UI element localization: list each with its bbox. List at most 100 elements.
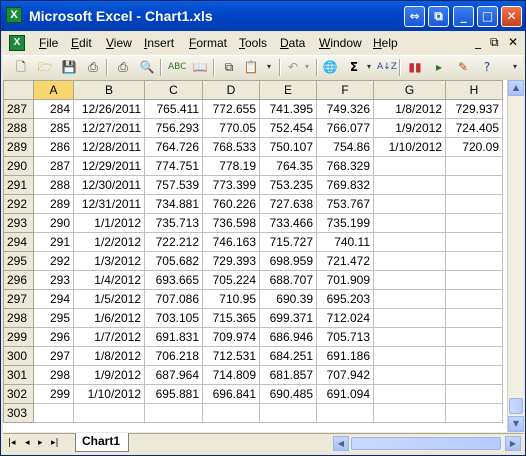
cell-b293[interactable]: 1/1/2012	[73, 213, 145, 233]
cell-a303[interactable]	[33, 403, 74, 423]
menu-help[interactable]: Help	[373, 36, 398, 50]
horizontal-scrollbar[interactable]: ◀ ▶	[333, 436, 521, 451]
cell-h289[interactable]: 720.09	[445, 137, 503, 157]
row-header[interactable]: 297	[3, 289, 34, 309]
menu-window[interactable]: Window	[319, 36, 362, 50]
cell-d292[interactable]: 760.226	[202, 194, 260, 214]
cell-b290[interactable]: 12/29/2011	[73, 156, 145, 176]
cell-e300[interactable]: 684.251	[259, 346, 317, 366]
cell-a288[interactable]: 285	[33, 118, 74, 138]
row-header[interactable]: 301	[3, 365, 34, 385]
row-header[interactable]: 290	[3, 156, 34, 176]
cell-g288[interactable]: 1/9/2012	[373, 118, 446, 138]
doc-minimize-icon[interactable]: _	[475, 35, 481, 49]
cell-c293[interactable]: 735.713	[144, 213, 203, 233]
row-header[interactable]: 303	[3, 403, 34, 423]
research-icon[interactable]: 📖	[192, 59, 208, 75]
cell-h291[interactable]	[445, 175, 503, 195]
scroll-up-icon[interactable]: ▲	[508, 80, 524, 96]
cell-f288[interactable]: 766.077	[316, 118, 374, 138]
cell-f293[interactable]: 735.199	[316, 213, 374, 233]
cell-h295[interactable]	[445, 251, 503, 271]
cell-a294[interactable]: 291	[33, 232, 74, 252]
doc-close-icon[interactable]: ✕	[508, 35, 518, 49]
column-header-h[interactable]: H	[445, 80, 503, 100]
open-icon[interactable]: 🗁	[37, 59, 53, 75]
cell-c287[interactable]: 765.411	[144, 99, 203, 119]
cell-d299[interactable]: 709.974	[202, 327, 260, 347]
cell-a287[interactable]: 284	[33, 99, 74, 119]
cell-c300[interactable]: 706.218	[144, 346, 203, 366]
cell-d298[interactable]: 715.365	[202, 308, 260, 328]
permission-icon[interactable]: ⎙	[85, 59, 101, 75]
cell-a291[interactable]: 288	[33, 175, 74, 195]
last-sheet-icon[interactable]: ▸|	[51, 437, 59, 449]
cell-a299[interactable]: 296	[33, 327, 74, 347]
menu-tools[interactable]: Tools	[239, 36, 267, 50]
copy-icon[interactable]: ⧉	[221, 59, 237, 75]
prev-sheet-icon[interactable]: ◂	[25, 437, 30, 449]
worksheet-grid[interactable]: A B C D E F G H 287 284 12/26/2011 765.411 7…	[3, 80, 507, 432]
scroll-down-icon[interactable]: ▼	[508, 416, 524, 432]
cell-c301[interactable]: 687.964	[144, 365, 203, 385]
cell-c288[interactable]: 756.293	[144, 118, 203, 138]
cell-h294[interactable]	[445, 232, 503, 252]
column-header-d[interactable]: D	[202, 80, 260, 100]
cell-g296[interactable]	[373, 270, 446, 290]
cell-f294[interactable]: 740.11	[316, 232, 374, 252]
cell-g289[interactable]: 1/10/2012	[373, 137, 446, 157]
column-header-e[interactable]: E	[259, 80, 317, 100]
cell-e291[interactable]: 753.235	[259, 175, 317, 195]
cell-b295[interactable]: 1/3/2012	[73, 251, 145, 271]
help-icon[interactable]: ?	[479, 59, 495, 75]
column-header-c[interactable]: C	[144, 80, 203, 100]
cell-f289[interactable]: 754.86	[316, 137, 374, 157]
autosum-dropdown-icon[interactable]: ▾	[361, 59, 377, 75]
sheet-tab-chart1[interactable]: Chart1	[75, 433, 130, 452]
scroll-left-icon[interactable]: ◀	[333, 436, 349, 451]
cell-d301[interactable]: 714.809	[202, 365, 260, 385]
scroll-thumb[interactable]	[509, 398, 523, 414]
cell-f290[interactable]: 768.329	[316, 156, 374, 176]
cell-e289[interactable]: 750.107	[259, 137, 317, 157]
cell-f302[interactable]: 691.094	[316, 384, 374, 404]
cell-d288[interactable]: 770.05	[202, 118, 260, 138]
cell-d289[interactable]: 768.533	[202, 137, 260, 157]
cell-h299[interactable]	[445, 327, 503, 347]
row-header[interactable]: 299	[3, 327, 34, 347]
cell-g299[interactable]	[373, 327, 446, 347]
print-preview-icon[interactable]: 🔍	[139, 59, 155, 75]
cell-g301[interactable]	[373, 365, 446, 385]
cell-h296[interactable]	[445, 270, 503, 290]
row-header[interactable]: 294	[3, 232, 34, 252]
cell-a290[interactable]: 287	[33, 156, 74, 176]
hyperlink-icon[interactable]: 🌐	[322, 59, 338, 75]
cell-a295[interactable]: 292	[33, 251, 74, 271]
cell-e297[interactable]: 690.39	[259, 289, 317, 309]
cell-c299[interactable]: 691.831	[144, 327, 203, 347]
cell-e301[interactable]: 681.857	[259, 365, 317, 385]
cell-c303[interactable]	[144, 403, 203, 423]
cell-f298[interactable]: 712.024	[316, 308, 374, 328]
cell-c289[interactable]: 764.726	[144, 137, 203, 157]
cell-c296[interactable]: 693.665	[144, 270, 203, 290]
row-header[interactable]: 300	[3, 346, 34, 366]
cell-b300[interactable]: 1/8/2012	[73, 346, 145, 366]
cell-a292[interactable]: 289	[33, 194, 74, 214]
cell-h302[interactable]	[445, 384, 503, 404]
cell-d287[interactable]: 772.655	[202, 99, 260, 119]
row-header[interactable]: 291	[3, 175, 34, 195]
doc-restore-icon[interactable]: ⧉	[490, 35, 499, 49]
cell-d295[interactable]: 729.393	[202, 251, 260, 271]
menu-file[interactable]: File	[39, 36, 58, 50]
menu-data[interactable]: Data	[280, 36, 305, 50]
save-icon[interactable]: 💾	[61, 59, 77, 75]
cell-g292[interactable]	[373, 194, 446, 214]
cell-a297[interactable]: 294	[33, 289, 74, 309]
cell-b302[interactable]: 1/10/2012	[73, 384, 145, 404]
cell-f297[interactable]: 695.203	[316, 289, 374, 309]
autosum-icon[interactable]: Σ	[346, 59, 362, 75]
cell-f300[interactable]: 691.186	[316, 346, 374, 366]
cell-h293[interactable]	[445, 213, 503, 233]
cell-g294[interactable]	[373, 232, 446, 252]
